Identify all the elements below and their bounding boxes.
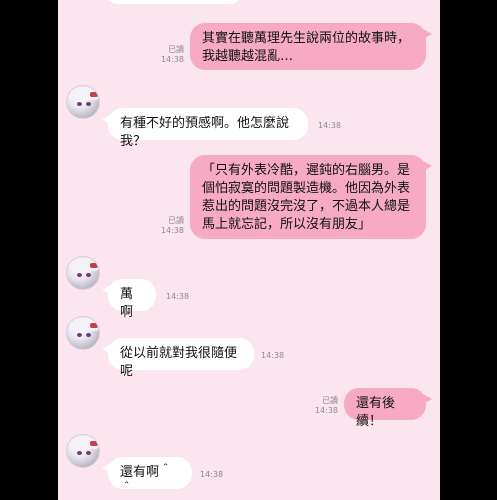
chat-window: 已讀 14:38 其實在聽萬理先生說兩位的故事時，我越聽越混亂… 有種不好的預感…: [58, 0, 440, 500]
read-receipt: 已讀: [322, 396, 338, 405]
message-bubble-outgoing[interactable]: 其實在聽萬理先生說兩位的故事時，我越聽越混亂…: [190, 23, 432, 70]
timestamp: 14:38: [261, 351, 285, 360]
message-meta: 已讀 14:38: [312, 396, 338, 416]
message-text: 其實在聽萬理先生說兩位的故事時，我越聽越混亂…: [202, 31, 411, 64]
timestamp: 14:38: [160, 55, 184, 64]
message-text: 從以前就對我很隨便呢: [120, 346, 238, 379]
message-bubble-incoming[interactable]: 有種不好的預感啊。他怎麼說我？: [102, 108, 308, 149]
message-meta: 已讀 14:38: [158, 216, 184, 236]
cutoff-bubble: [102, 0, 240, 4]
avatar-icon[interactable]: [66, 256, 100, 290]
message-text: 還有後續！: [356, 396, 396, 429]
timestamp: 14:38: [160, 226, 184, 235]
avatar-icon[interactable]: [66, 316, 100, 350]
message-bubble-incoming[interactable]: 還有啊＾＾: [102, 457, 192, 498]
read-receipt: 已讀: [168, 45, 184, 54]
message-bubble-incoming[interactable]: 萬啊: [102, 279, 156, 320]
message-text: 「只有外表冷酷，遲鈍的右腦男。是個怕寂寞的問題製造機。他因為外表惹出的問題沒完沒…: [202, 163, 411, 232]
message-bubble-incoming[interactable]: 從以前就對我很隨便呢: [102, 338, 254, 379]
timestamp: 14:38: [314, 406, 338, 415]
timestamp: 14:38: [200, 470, 224, 479]
message-bubble-outgoing[interactable]: 「只有外表冷酷，遲鈍的右腦男。是個怕寂寞的問題製造機。他因為外表惹出的問題沒完沒…: [190, 155, 432, 239]
avatar-icon[interactable]: [66, 434, 100, 468]
timestamp: 14:38: [166, 292, 190, 301]
avatar-icon[interactable]: [66, 85, 100, 119]
message-text: 有種不好的預感啊。他怎麼說我？: [120, 116, 290, 149]
message-text: 萬啊: [120, 287, 134, 320]
read-receipt: 已讀: [168, 216, 184, 225]
timestamp: 14:38: [318, 121, 342, 130]
message-text: 還有啊＾＾: [120, 465, 173, 498]
message-bubble-outgoing[interactable]: 還有後續！: [344, 388, 432, 429]
message-meta: 已讀 14:38: [158, 45, 184, 65]
